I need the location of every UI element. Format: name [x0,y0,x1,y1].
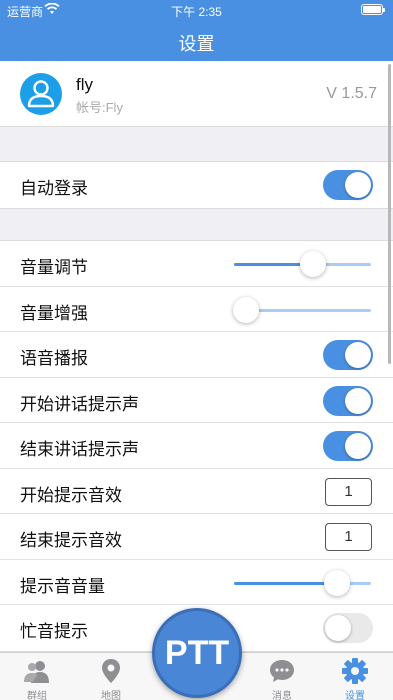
end-talk-tone-toggle[interactable] [323,431,373,461]
toggle-knob [345,387,371,414]
voice-broadcast-row: 语音播报 [0,332,393,378]
auto-login-row: 自动登录 [0,162,393,208]
tone-volume-row: 提示音音量 [0,560,393,605]
start-tone-effect-row: 开始提示音效 1 [0,469,393,514]
tab-settings-label: 设置 [345,691,365,700]
volume-row: 音量调节 [0,241,393,287]
tab-groups-label: 群组 [27,691,47,700]
app-version: V 1.5.7 [326,85,377,102]
end-tone-effect-label: 结束提示音效 [20,531,122,550]
tab-groups[interactable]: 群组 [9,653,65,700]
start-talk-tone-row: 开始讲话提示声 [0,378,393,423]
volume-label: 音量调节 [20,258,88,277]
start-talk-tone-toggle[interactable] [323,385,373,416]
tone-volume-slider[interactable] [234,569,371,596]
audio-section: 音量调节 音量增强 语音播报 开始讲话提示声 结束讲话提示声 开始提示音效 1 … [0,240,393,652]
login-section: 自动登录 [0,161,393,209]
gear-icon [342,658,368,684]
ptt-button[interactable]: PTT [152,608,242,698]
avatar [20,73,62,115]
toggle-knob [345,433,371,459]
slider-thumb[interactable] [300,251,327,277]
map-pin-icon [102,659,120,683]
battery-icon [361,4,385,15]
start-tone-effect-value[interactable]: 1 [325,477,372,506]
profile-row[interactable]: fly 帐号:Fly V 1.5.7 [0,61,393,127]
user-account: 帐号:Fly [76,100,123,115]
start-talk-tone-label: 开始讲话提示声 [20,394,139,414]
slider-fill [234,581,337,585]
voice-broadcast-toggle[interactable] [323,340,373,370]
slider-thumb[interactable] [233,296,260,323]
slider-thumb[interactable] [323,569,350,596]
tab-messages[interactable]: 消息 [254,653,310,700]
tab-map-label: 地图 [101,691,121,700]
toggle-knob [345,342,371,368]
busy-tone-label: 忙音提示 [20,622,88,641]
navigation-bar: 运营商 下午 2:35 设置 [0,0,393,61]
end-tone-effect-value[interactable]: 1 [325,523,372,551]
tone-volume-label: 提示音音量 [20,576,105,596]
volume-boost-label: 音量增强 [20,303,88,323]
toggle-knob [345,172,371,198]
end-tone-effect-row: 结束提示音效 1 [0,514,393,560]
tab-settings[interactable]: 设置 [327,653,383,700]
people-icon [24,661,49,683]
user-icon [27,80,55,108]
tab-messages-label: 消息 [272,691,292,700]
end-talk-tone-row: 结束讲话提示声 [0,423,393,469]
volume-boost-slider[interactable] [233,296,371,323]
busy-tone-toggle[interactable] [323,613,373,643]
status-bar: 运营商 下午 2:35 [0,0,393,20]
user-name: fly [76,75,93,94]
status-time: 下午 2:35 [171,5,222,19]
chat-bubble-icon [270,660,294,682]
volume-boost-row: 音量增强 [0,287,393,332]
voice-broadcast-label: 语音播报 [20,349,88,368]
auto-login-label: 自动登录 [20,179,88,198]
volume-slider[interactable] [234,251,371,277]
scrollbar[interactable] [388,64,391,364]
start-tone-effect-label: 开始提示音效 [20,485,122,505]
page-title: 设置 [178,34,215,54]
tab-map[interactable]: 地图 [83,653,139,700]
toggle-knob [325,615,351,641]
end-talk-tone-label: 结束讲话提示声 [20,440,139,459]
auto-login-toggle[interactable] [323,170,373,200]
